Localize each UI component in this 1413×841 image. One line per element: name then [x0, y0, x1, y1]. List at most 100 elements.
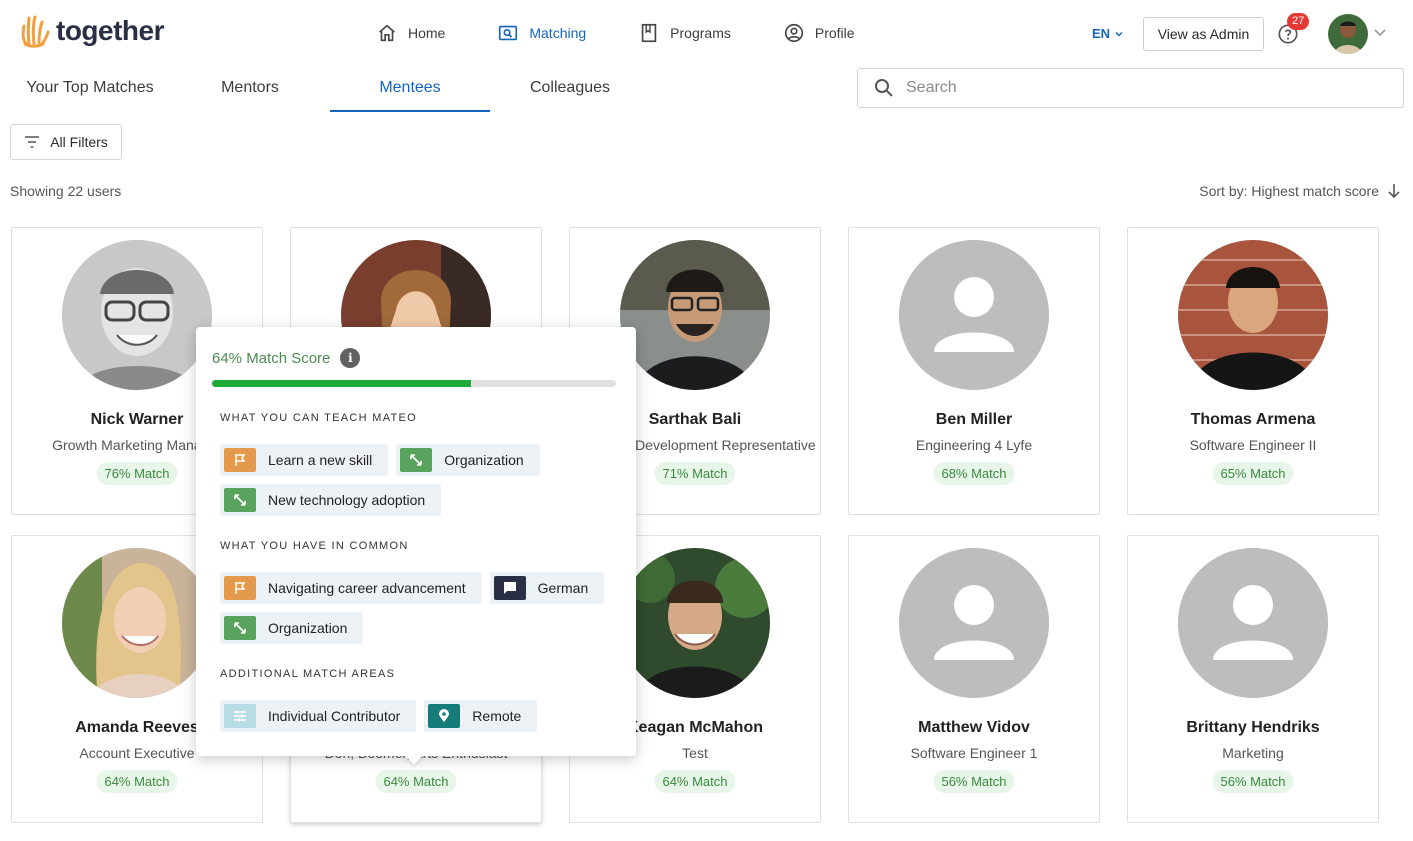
avatar: [1178, 240, 1328, 390]
match-badge[interactable]: 56% Match: [1212, 770, 1294, 793]
avatar: [899, 548, 1049, 698]
user-photo: [62, 240, 212, 390]
chip-label: Learn a new skill: [268, 452, 373, 468]
match-chip: Learn a new skill: [220, 444, 389, 476]
info-icon[interactable]: i: [340, 348, 361, 368]
match-score-popover: 64% Match Score i WHAT YOU CAN TEACH MAT…: [196, 327, 636, 765]
match-badge[interactable]: 64% Match: [96, 770, 178, 793]
search-box: [857, 68, 1404, 108]
avatar: [620, 548, 770, 698]
tab-top-matches[interactable]: Your Top Matches: [0, 66, 180, 112]
user-role: Software Engineer 1: [910, 745, 1038, 761]
search-icon: [875, 79, 893, 97]
home-icon: [379, 24, 395, 42]
match-score-bar: [212, 380, 616, 387]
chip-group: Navigating career advancement German Org…: [220, 572, 620, 644]
match-badge[interactable]: 71% Match: [654, 462, 736, 485]
section-heading: WHAT YOU CAN TEACH MATEO: [220, 412, 418, 424]
chip-label: Individual Contributor: [268, 708, 401, 724]
tab-mentors[interactable]: Mentors: [180, 66, 320, 112]
tab-colleagues[interactable]: Colleagues: [490, 66, 650, 112]
match-chip: Individual Contributor: [220, 700, 417, 732]
avatar: [620, 240, 770, 390]
avatar: [899, 240, 1049, 390]
nav-matching[interactable]: Matching: [497, 22, 586, 44]
chevron-down-icon: [1115, 31, 1123, 37]
match-chip: Navigating career advancement: [220, 572, 482, 604]
match-chip: German: [489, 572, 605, 604]
user-name: Thomas Armena: [1190, 411, 1316, 428]
arrow-down-icon: [1388, 184, 1400, 199]
user-role: Marketing: [1222, 745, 1284, 761]
language-selector[interactable]: EN: [1092, 26, 1124, 41]
user-card[interactable]: Thomas Armena Software Engineer II 65% M…: [1127, 227, 1379, 515]
sort-label: Sort by: Highest match score: [1199, 183, 1379, 199]
expand-icon: [224, 488, 256, 512]
user-avatar[interactable]: [1328, 14, 1368, 54]
match-badge[interactable]: 56% Match: [933, 770, 1015, 793]
expand-icon: [400, 448, 433, 472]
all-filters-button[interactable]: All Filters: [10, 124, 122, 160]
match-badge[interactable]: 65% Match: [1212, 462, 1294, 485]
together-logo[interactable]: together: [20, 14, 165, 48]
language-label: EN: [1092, 26, 1111, 41]
hand-wave-icon: [21, 15, 50, 48]
nav-label: Matching: [529, 25, 587, 41]
default-avatar-icon: [899, 548, 1049, 698]
match-score-label: 64% Match Score: [212, 349, 331, 367]
user-photo: [620, 548, 770, 698]
matching-icon: [499, 25, 518, 41]
view-as-admin-button[interactable]: View as Admin: [1143, 17, 1264, 51]
tab-mentees[interactable]: Mentees: [330, 66, 490, 112]
user-role: Engineering 4 Lyfe: [915, 437, 1033, 453]
user-photo: [620, 240, 770, 390]
avatar: [62, 240, 212, 390]
nav-programs[interactable]: Programs: [638, 22, 731, 44]
chip-group: Individual Contributor Remote: [220, 700, 620, 732]
nav-label: Profile: [814, 25, 855, 41]
notification-badge[interactable]: 27: [1287, 13, 1310, 30]
match-badge[interactable]: 76% Match: [96, 462, 178, 485]
match-chip: Remote: [424, 700, 538, 732]
user-card[interactable]: Ben Miller Engineering 4 Lyfe 68% Match: [848, 227, 1100, 515]
user-photo: [62, 548, 212, 698]
avatar: [1178, 548, 1328, 698]
chip-group: Learn a new skill Organization New techn…: [220, 444, 620, 516]
sort-control[interactable]: Sort by: Highest match score: [1199, 183, 1401, 199]
match-chip: Organization: [220, 612, 364, 644]
location-pin-icon: [428, 704, 461, 728]
chip-label: German: [537, 580, 589, 596]
nav-label: Programs: [670, 25, 731, 41]
chevron-down-icon[interactable]: [1373, 28, 1387, 38]
match-score-fill: [212, 380, 471, 387]
results-count: Showing 22 users: [10, 183, 122, 199]
user-name: Brittany Hendriks: [1186, 719, 1320, 736]
sliders-icon: [224, 704, 256, 728]
search-input[interactable]: [906, 79, 1386, 97]
section-heading: WHAT YOU HAVE IN COMMON: [220, 540, 409, 552]
expand-icon: [224, 616, 256, 640]
nav-home[interactable]: Home: [376, 22, 445, 44]
match-badge[interactable]: 64% Match: [654, 770, 736, 793]
match-score-title: 64% Match Score i: [212, 348, 361, 368]
chip-label: Organization: [268, 620, 348, 636]
flag-icon: [224, 448, 256, 472]
avatar: [62, 548, 212, 698]
user-name: Ben Miller: [935, 411, 1013, 428]
user-photo: [1328, 14, 1368, 54]
match-badge[interactable]: 68% Match: [933, 462, 1015, 485]
user-photo: [1178, 240, 1328, 390]
match-chip: Organization: [396, 444, 540, 476]
default-avatar-icon: [1178, 548, 1328, 698]
default-avatar-icon: [899, 240, 1049, 390]
chip-label: Organization: [444, 452, 524, 468]
filter-icon: [25, 136, 40, 148]
user-card[interactable]: Matthew Vidov Software Engineer 1 56% Ma…: [848, 535, 1100, 823]
chip-label: Navigating career advancement: [268, 580, 466, 596]
brand-name: together: [56, 15, 165, 46]
match-badge[interactable]: 64% Match: [375, 770, 457, 793]
user-card[interactable]: Brittany Hendriks Marketing 56% Match: [1127, 535, 1379, 823]
user-role: Software Engineer II: [1189, 437, 1317, 453]
nav-profile[interactable]: Profile: [783, 22, 855, 44]
book-icon: [641, 23, 657, 43]
